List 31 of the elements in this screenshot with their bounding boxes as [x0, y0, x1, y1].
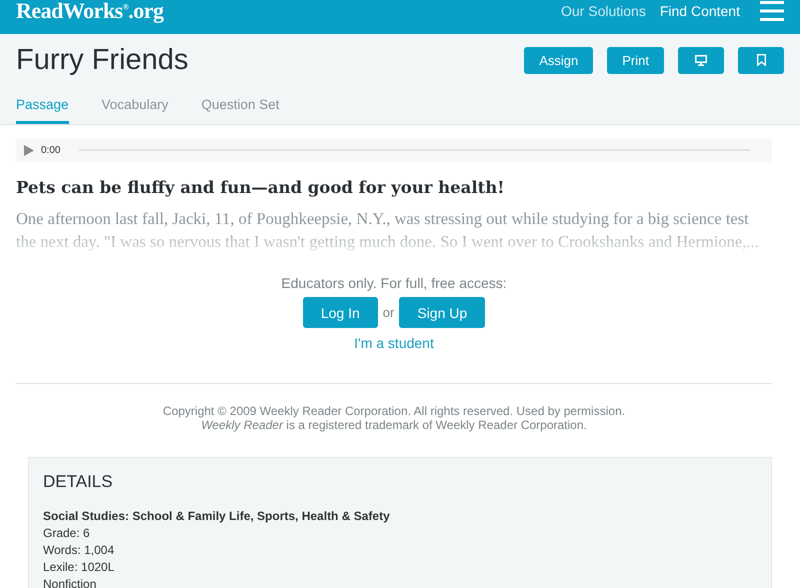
tab[interactable]: Question Set: [201, 97, 280, 124]
student-link[interactable]: I'm a student: [354, 335, 434, 351]
details-subject: Social Studies: School & Family Life, Sports, Health & Safety: [43, 508, 391, 525]
details-title: DETAILS: [43, 472, 114, 492]
logo[interactable]: ReadWorks$^{®}$.org: [16, 0, 164, 24]
details-line: Lexile: 1020L: [43, 559, 116, 576]
action-button[interactable]: Print: [607, 46, 664, 74]
signup-button[interactable]: Sign Up: [399, 297, 486, 328]
passage-excerpt: One afternoon last fall, Jacki, 11, of Poughkeepsie, N.Y., was stressing out while studying for a big science test the next day. "I was so nervous that I wasn't getting much done. So I went over to Crookshanks and Hermione,...: [16, 208, 760, 253]
play-icon[interactable]: [24, 144, 34, 156]
tab[interactable]: Vocabulary: [102, 97, 168, 124]
bookmark-button[interactable]: [738, 46, 784, 74]
monitor-icon: [695, 54, 707, 66]
action-button[interactable]: Assign: [524, 46, 594, 74]
audio-time: 0:00: [41, 144, 60, 156]
nav-link[interactable]: Find Content: [660, 3, 740, 19]
passage-heading: Pets can be fluffy and fun—and good for your health!: [16, 178, 506, 197]
copyright-text: Weekly Reader is a registered trademark of Weekly Reader Corporation.: [200, 418, 588, 432]
copyright-text: Copyright © 2009 Weekly Reader Corporation. All rights reserved. Used by permission.: [162, 404, 626, 418]
tab[interactable]: Passage: [16, 97, 69, 124]
bookmark-icon: [756, 54, 766, 66]
monitor-button[interactable]: [678, 46, 724, 74]
menu-icon[interactable]: [760, 1, 784, 21]
login-button[interactable]: Log In: [302, 297, 378, 328]
details-line: Words: 1,004: [43, 542, 116, 559]
or-label: or: [382, 305, 394, 320]
details-line: Grade: 6: [43, 525, 91, 542]
nav-link[interactable]: Our Solutions: [561, 3, 646, 19]
access-prompt: Educators only. For full, free access:: [281, 275, 507, 291]
page-title: Furry Friends: [16, 44, 188, 76]
details-line: Nonfiction: [43, 576, 98, 588]
